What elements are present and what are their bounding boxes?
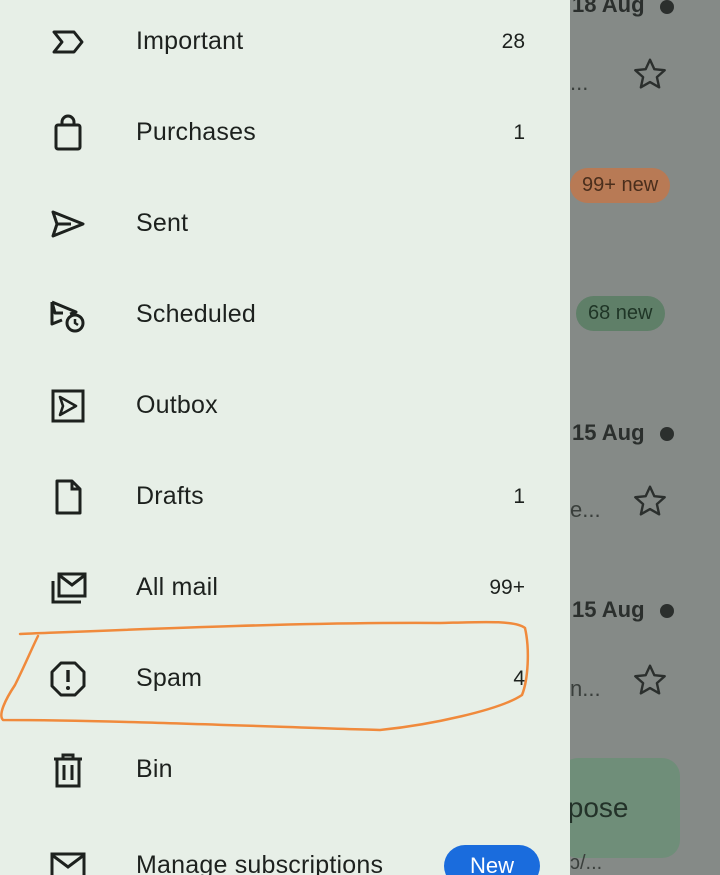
inbox-background: 18 Aug ... 99+ new 68 new 15 Aug e... 15… <box>570 0 720 875</box>
star-icon[interactable] <box>632 483 668 519</box>
drawer-item-label: Important <box>136 27 244 55</box>
shopping-bag-icon <box>46 111 90 155</box>
drawer-item-label: Drafts <box>136 482 204 510</box>
drawer-item-label: Purchases <box>136 118 256 146</box>
trash-icon <box>46 748 90 792</box>
star-icon[interactable] <box>632 56 668 92</box>
new-badge: New <box>443 844 540 875</box>
email-date: 15 Aug <box>572 420 645 445</box>
drawer-item-scheduled[interactable]: Scheduled <box>0 269 570 360</box>
drawer-item-all-mail[interactable]: All mail 99+ <box>0 542 570 633</box>
new-count-pill: 68 new <box>576 296 665 331</box>
drawer-item-label: Scheduled <box>136 300 256 328</box>
drawer-item-label: Spam <box>136 664 203 692</box>
drawer-item-bin[interactable]: Bin <box>0 724 570 815</box>
email-snippet: e... <box>570 497 601 522</box>
email-date: 15 Aug <box>572 597 645 622</box>
unread-dot <box>660 0 674 14</box>
drawer-item-sent[interactable]: Sent <box>0 178 570 269</box>
send-icon <box>46 202 90 246</box>
drawer-item-spam[interactable]: Spam 4 <box>0 633 570 724</box>
compose-button[interactable]: ıpose <box>570 758 680 858</box>
new-count-pill: 99+ new <box>570 168 671 203</box>
email-snippet: ɔ/... <box>570 852 603 874</box>
drawer-item-label: Bin <box>136 755 173 783</box>
spam-icon <box>46 657 90 701</box>
unread-dot <box>660 427 674 441</box>
drawer-item-label: Manage subscriptions <box>136 851 384 875</box>
drawer-item-important[interactable]: Important 28 <box>0 0 570 87</box>
draft-icon <box>46 475 90 519</box>
all-mail-icon <box>46 566 90 610</box>
unread-count: 1 <box>513 120 525 144</box>
drawer-item-label: All mail <box>136 573 219 601</box>
navigation-drawer: Important 28 Purchases 1 Sent Scheduled … <box>0 0 570 875</box>
email-snippet: ... <box>570 70 589 95</box>
unread-count: 1 <box>513 484 525 508</box>
mail-icon <box>46 844 90 875</box>
drawer-item-label: Sent <box>136 209 189 237</box>
drawer-item-manage-subscriptions[interactable]: Manage subscriptions New <box>0 820 570 875</box>
outbox-icon <box>46 384 90 428</box>
star-icon[interactable] <box>632 662 668 698</box>
unread-dot <box>660 604 674 618</box>
email-snippet: n... <box>570 676 601 701</box>
drawer-item-purchases[interactable]: Purchases 1 <box>0 87 570 178</box>
drawer-item-label: Outbox <box>136 391 218 419</box>
drawer-item-drafts[interactable]: Drafts 1 <box>0 451 570 542</box>
unread-count: 99+ <box>489 575 525 599</box>
unread-count: 4 <box>513 666 525 690</box>
important-icon <box>46 20 90 64</box>
drawer-item-outbox[interactable]: Outbox <box>0 360 570 451</box>
schedule-send-icon <box>46 293 90 337</box>
unread-count: 28 <box>501 29 525 53</box>
email-date: 18 Aug <box>572 0 645 17</box>
compose-label: ıpose <box>570 792 629 823</box>
